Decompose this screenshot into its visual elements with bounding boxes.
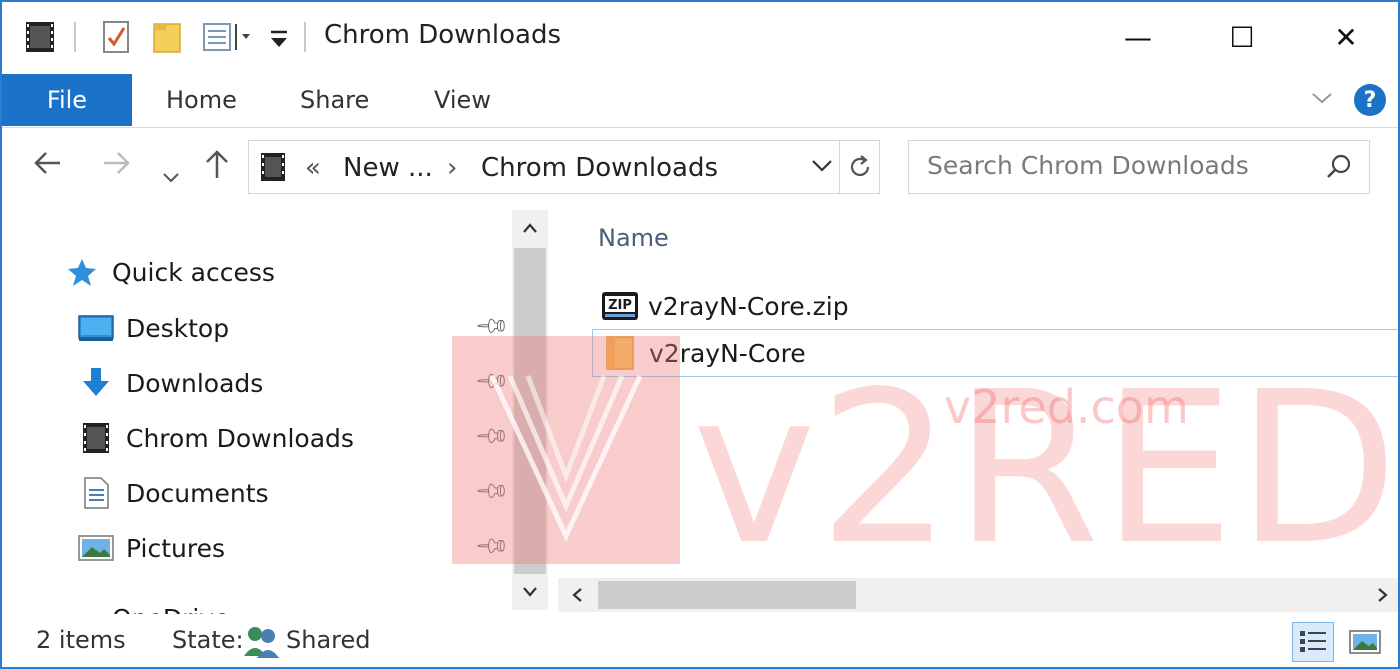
status-bar: 2 items State: Shared bbox=[2, 614, 1398, 667]
ribbon-tabs: File Home Share View ? bbox=[2, 74, 1398, 128]
details-view-button[interactable] bbox=[1292, 622, 1334, 662]
tab-file[interactable]: File bbox=[2, 74, 132, 126]
title-bar: Chrom Downloads — ☐ ✕ bbox=[2, 2, 1398, 74]
sidebar-item-label: OneDrive bbox=[112, 604, 230, 615]
sidebar-item-documents[interactable]: Documents bbox=[78, 471, 269, 515]
large-icons-view-icon bbox=[1349, 630, 1381, 654]
breadcrumb-chrom-downloads[interactable]: Chrom Downloads bbox=[481, 153, 718, 183]
scroll-down-icon[interactable] bbox=[512, 574, 548, 610]
film-folder-icon bbox=[78, 422, 114, 454]
customize-layout-icon[interactable] bbox=[202, 20, 252, 58]
maximize-button[interactable]: ☐ bbox=[1212, 14, 1272, 60]
search-icon[interactable] bbox=[1325, 153, 1353, 185]
file-name: v2rayN-Core.zip bbox=[648, 291, 849, 321]
column-header-name[interactable]: Name bbox=[598, 224, 669, 252]
downloads-icon bbox=[78, 367, 114, 399]
expand-ribbon-chevron-icon[interactable] bbox=[1310, 88, 1334, 114]
tab-share[interactable]: Share bbox=[300, 86, 369, 114]
file-row-zip[interactable]: ZIP v2rayN-Core.zip bbox=[592, 282, 1398, 330]
scroll-left-icon[interactable] bbox=[560, 578, 594, 612]
sidebar-item-downloads[interactable]: Downloads bbox=[78, 361, 263, 405]
sidebar-item-pictures[interactable]: Pictures bbox=[78, 526, 225, 570]
svg-text:ZIP: ZIP bbox=[608, 298, 632, 313]
quick-access-label: Quick access bbox=[112, 257, 275, 287]
breadcrumb-overflow[interactable]: « bbox=[305, 153, 321, 183]
scroll-up-icon[interactable] bbox=[512, 210, 548, 246]
minimize-button[interactable]: — bbox=[1108, 14, 1168, 60]
search-input[interactable] bbox=[927, 151, 1307, 180]
sidebar-item-onedrive[interactable]: OneDrive bbox=[64, 596, 230, 615]
properties-icon[interactable] bbox=[102, 20, 132, 58]
film-folder-icon[interactable] bbox=[24, 20, 56, 58]
large-icons-view-button[interactable] bbox=[1344, 622, 1386, 662]
tab-home[interactable]: Home bbox=[166, 86, 237, 114]
navigation-pane: Quick access Desktop 📌︎ Downloads 📌︎ Chr… bbox=[2, 206, 512, 614]
window-title: Chrom Downloads bbox=[324, 20, 562, 50]
search-box[interactable] bbox=[908, 140, 1370, 194]
close-button[interactable]: ✕ bbox=[1316, 14, 1376, 60]
film-folder-icon bbox=[259, 151, 287, 187]
sidebar-item-label: Desktop bbox=[126, 313, 230, 343]
refresh-button[interactable] bbox=[839, 141, 879, 193]
new-folder-icon[interactable] bbox=[152, 20, 184, 58]
breadcrumb-separator[interactable]: › bbox=[447, 153, 457, 183]
sidebar-item-label: Documents bbox=[126, 478, 269, 508]
divider bbox=[74, 22, 76, 52]
onedrive-icon bbox=[64, 602, 100, 614]
state-value: Shared bbox=[286, 626, 371, 654]
tab-view[interactable]: View bbox=[434, 86, 491, 114]
recent-locations-chevron-icon[interactable] bbox=[162, 158, 180, 193]
sidebar-item-label: Chrom Downloads bbox=[126, 423, 354, 453]
details-view-icon bbox=[1300, 631, 1326, 652]
item-count: 2 items bbox=[36, 626, 126, 654]
zip-icon: ZIP bbox=[600, 289, 640, 323]
quick-access-item[interactable]: Quick access bbox=[64, 250, 275, 294]
desktop-icon bbox=[78, 312, 114, 344]
sidebar-item-desktop[interactable]: Desktop bbox=[78, 306, 229, 350]
explorer-window: Chrom Downloads — ☐ ✕ File Home Share Vi… bbox=[0, 0, 1400, 669]
watermark-url: v2red.com bbox=[944, 380, 1189, 434]
address-dropdown-chevron-icon[interactable] bbox=[811, 157, 833, 179]
state-label: State: bbox=[172, 626, 244, 654]
breadcrumb-new[interactable]: New ... bbox=[343, 153, 433, 183]
forward-arrow-icon[interactable] bbox=[100, 148, 132, 186]
watermark-logo bbox=[452, 336, 680, 564]
pictures-icon bbox=[78, 532, 114, 564]
navigation-bar: « New ... › Chrom Downloads bbox=[2, 128, 1398, 206]
star-icon bbox=[64, 256, 100, 288]
documents-icon bbox=[78, 477, 114, 509]
sidebar-item-chrom-downloads[interactable]: Chrom Downloads bbox=[78, 416, 354, 460]
sidebar-item-label: Downloads bbox=[126, 368, 264, 398]
quick-access-dropdown-icon[interactable] bbox=[268, 28, 290, 54]
shared-users-icon bbox=[242, 624, 282, 662]
divider bbox=[304, 22, 306, 52]
address-bar[interactable]: « New ... › Chrom Downloads bbox=[248, 140, 880, 194]
help-button[interactable]: ? bbox=[1354, 84, 1386, 116]
sidebar-item-label: Pictures bbox=[126, 533, 225, 563]
back-arrow-icon[interactable] bbox=[32, 148, 64, 186]
up-arrow-icon[interactable] bbox=[202, 148, 232, 188]
refresh-icon bbox=[850, 155, 869, 176]
